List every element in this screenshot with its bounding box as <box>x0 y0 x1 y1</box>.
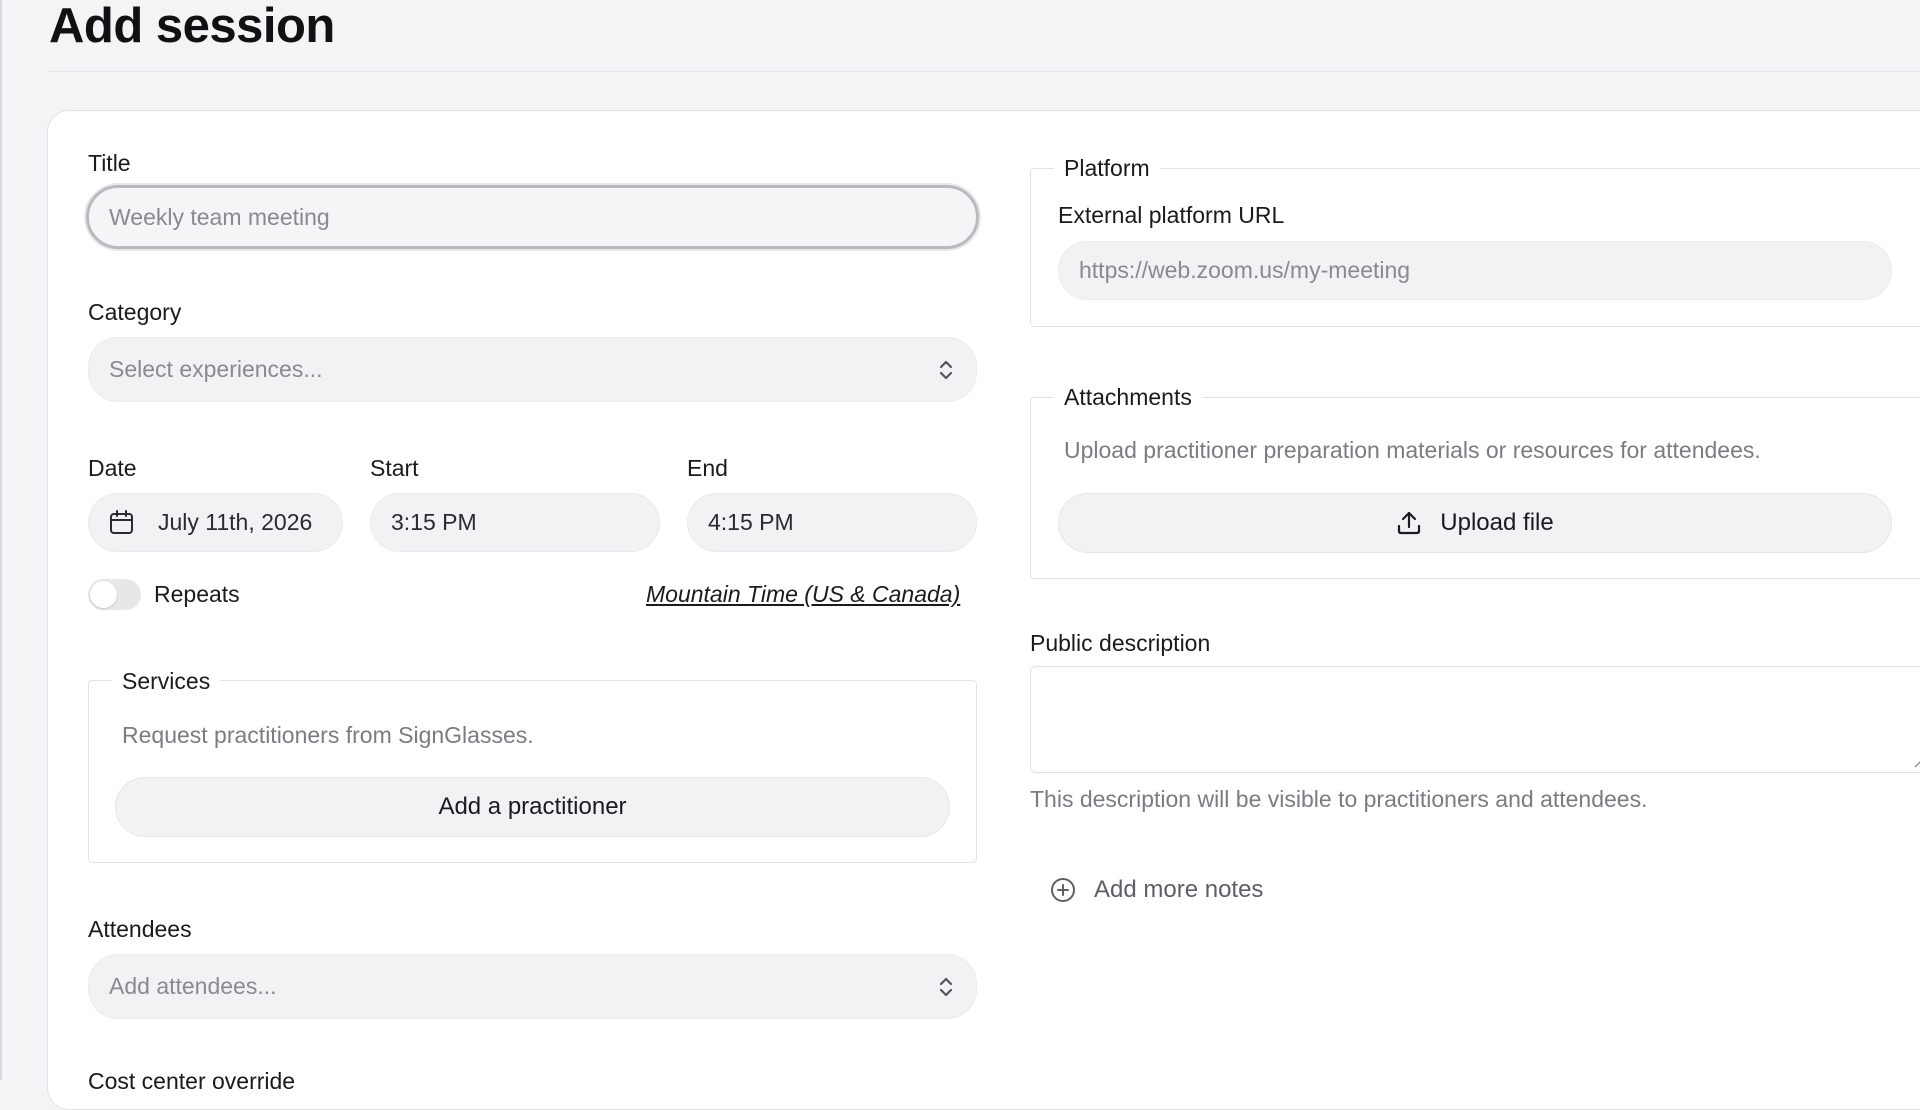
attachments-legend: Attachments <box>1054 384 1202 411</box>
title-input-placeholder: Weekly team meeting <box>109 203 330 230</box>
add-practitioner-label: Add a practitioner <box>438 793 627 820</box>
title-input[interactable]: Weekly team meeting <box>86 185 979 249</box>
end-label: End <box>687 455 728 481</box>
start-time-input[interactable]: 3:15 PM <box>370 493 660 552</box>
external-url-input[interactable]: https://web.zoom.us/my-meeting <box>1058 241 1892 300</box>
end-time-input[interactable]: 4:15 PM <box>687 493 977 552</box>
platform-legend: Platform <box>1054 155 1160 182</box>
date-label: Date <box>88 455 137 481</box>
category-select-placeholder: Select experiences... <box>109 356 323 382</box>
add-more-notes-button[interactable]: Add more notes <box>1050 876 1263 904</box>
end-time-value: 4:15 PM <box>708 509 794 535</box>
attendees-select[interactable]: Add attendees... <box>88 954 977 1019</box>
external-url-placeholder: https://web.zoom.us/my-meeting <box>1079 257 1411 283</box>
category-label: Category <box>88 299 182 325</box>
timezone-link[interactable]: Mountain Time (US & Canada) <box>646 581 960 608</box>
upload-file-button[interactable]: Upload file <box>1058 493 1892 553</box>
add-practitioner-button[interactable]: Add a practitioner <box>115 777 950 837</box>
title-label: Title <box>88 150 131 176</box>
left-rail-divider <box>0 0 2 1080</box>
repeats-label: Repeats <box>154 581 240 607</box>
start-time-value: 3:15 PM <box>391 509 477 535</box>
add-more-notes-label: Add more notes <box>1094 876 1264 903</box>
repeats-toggle[interactable] <box>88 579 141 610</box>
upload-file-label: Upload file <box>1440 509 1554 536</box>
resize-handle-icon[interactable] <box>1913 756 1920 768</box>
toggle-knob <box>90 581 117 608</box>
page-title: Add session <box>49 0 335 53</box>
title-divider <box>49 71 1920 72</box>
category-select[interactable]: Select experiences... <box>88 337 977 402</box>
attendees-select-placeholder: Add attendees... <box>109 973 277 999</box>
calendar-icon <box>110 509 133 534</box>
attachments-help-text: Upload practitioner preparation material… <box>1064 437 1761 463</box>
chevron-up-down-icon <box>939 977 953 996</box>
public-description-help: This description will be visible to prac… <box>1030 786 1648 812</box>
cost-center-label: Cost center override <box>88 1068 296 1094</box>
attendees-label: Attendees <box>88 916 192 942</box>
date-picker[interactable]: July 11th, 2026 <box>88 493 343 552</box>
public-description-label: Public description <box>1030 630 1211 656</box>
services-legend: Services <box>112 668 221 695</box>
upload-icon <box>1398 511 1421 535</box>
public-description-textarea[interactable] <box>1030 666 1920 773</box>
date-value: July 11th, 2026 <box>158 509 313 535</box>
plus-circle-icon <box>1051 878 1075 902</box>
start-label: Start <box>370 455 419 481</box>
external-url-label: External platform URL <box>1058 202 1285 228</box>
chevron-up-down-icon <box>939 360 953 379</box>
services-help-text: Request practitioners from SignGlasses. <box>122 722 534 748</box>
